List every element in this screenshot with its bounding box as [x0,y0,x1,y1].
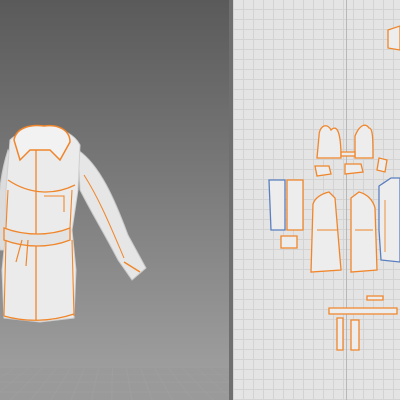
pattern-piece-hood-right [354,124,374,159]
jacket-body [1,127,81,323]
pattern-piece-belt-tie-b [350,319,360,351]
pattern-piece-belt-loop [280,235,298,249]
pattern-piece-back [378,177,400,263]
pattern-piece-front-right [350,191,378,273]
pattern-piece-hood-left [316,125,342,159]
pattern-piece-belt-tie-a [336,317,344,351]
pattern-piece-hood-strip [340,151,356,157]
pattern-piece-tab-1 [314,165,332,177]
pattern-piece-belt-short [366,295,384,301]
pattern-piece-sleeve-left-a [268,179,286,231]
pattern-pieces[interactable] [233,0,400,400]
pattern-piece-corner [387,25,400,51]
editor-window [0,0,400,400]
3d-viewport[interactable] [0,0,229,400]
pattern-piece-tab-2 [344,163,364,175]
pattern-piece-belt-long [328,307,398,315]
right-sleeve [77,149,147,281]
2d-pattern-window[interactable] [233,0,400,400]
pattern-piece-sleeve-left-b [286,179,304,231]
pattern-piece-front-left [310,191,342,273]
pattern-piece-tab-3 [376,157,388,173]
jacket-3d-model[interactable] [0,0,229,400]
